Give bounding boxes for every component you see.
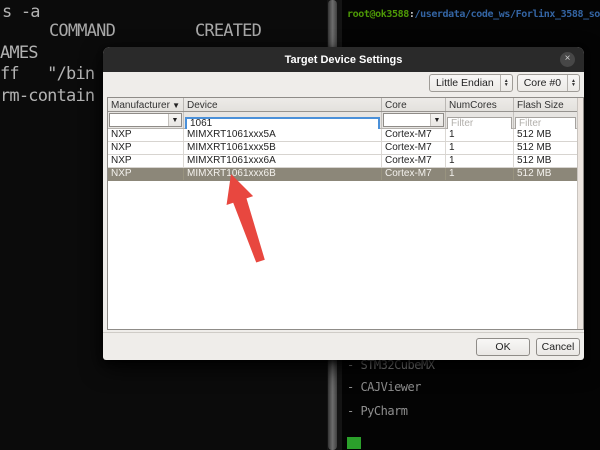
dialog-button-row: OK Cancel [103, 332, 584, 360]
cell-device: MIMXRT1061xxx5B [184, 142, 382, 154]
column-header-core[interactable]: Core [382, 98, 446, 111]
chevron-down-icon[interactable]: ▼ [430, 114, 443, 126]
target-device-settings-dialog: Target Device Settings × Little Endian ▲… [103, 47, 584, 360]
cell-flashsize: 512 MB [514, 168, 577, 180]
manufacturer-filter-combo[interactable]: ▼ [109, 113, 182, 127]
cell-flashsize: 512 MB [514, 142, 577, 154]
device-filter-cell [184, 112, 382, 128]
cell-core: Cortex-M7 [382, 142, 446, 154]
column-header-label: Manufacturer [111, 100, 170, 111]
cell-manufacturer: NXP [108, 168, 184, 180]
terminal-column-header-command: COMMAND [49, 21, 115, 41]
terminal-list-item: - STM32CubeMX [347, 358, 434, 372]
dialog-titlebar[interactable]: Target Device Settings × [103, 47, 584, 72]
endianness-row: Little Endian ▲▼ Core #0 ▲▼ [103, 74, 580, 92]
cell-numcores: 1 [446, 168, 514, 180]
cancel-button[interactable]: Cancel [536, 338, 580, 356]
chevron-down-icon[interactable]: ▼ [172, 101, 180, 110]
terminal-list-item: - CAJViewer [347, 380, 421, 394]
table-row-selected[interactable]: NXP MIMXRT1061xxx6B Cortex-M7 1 512 MB [108, 168, 577, 181]
cell-manufacturer: NXP [108, 155, 184, 167]
endianness-value: Little Endian [430, 75, 500, 91]
column-header-flashsize[interactable]: Flash Size [514, 98, 577, 111]
updown-arrows-icon: ▲▼ [500, 75, 512, 91]
table-vertical-scrollbar[interactable] [577, 98, 583, 329]
numcores-filter-cell [446, 112, 514, 128]
cell-core: Cortex-M7 [382, 129, 446, 141]
cell-numcores: 1 [446, 129, 514, 141]
updown-arrows-icon: ▲▼ [567, 75, 579, 91]
cell-device: MIMXRT1061xxx6B [184, 168, 382, 180]
cell-device: MIMXRT1061xxx6A [184, 155, 382, 167]
terminal-column-header-created: CREATED [195, 21, 261, 41]
cell-numcores: 1 [446, 142, 514, 154]
terminal-line: AMES [0, 43, 38, 63]
screen: s -a COMMAND CREATED AMES ff "/bin rm-co… [0, 0, 600, 450]
column-header-numcores[interactable]: NumCores [446, 98, 514, 111]
chevron-down-icon[interactable]: ▼ [168, 114, 181, 126]
core-value: Core #0 [518, 75, 567, 91]
cell-manufacturer: NXP [108, 142, 184, 154]
cell-flashsize: 512 MB [514, 129, 577, 141]
terminal-line: s -a [2, 2, 40, 22]
ok-button[interactable]: OK [476, 338, 530, 356]
column-header-manufacturer[interactable]: Manufacturer ▼ [108, 98, 184, 111]
prompt-path: /userdata/code_ws/Forlinx_3588_sou [414, 9, 600, 20]
cell-core: Cortex-M7 [382, 155, 446, 167]
core-select[interactable]: Core #0 ▲▼ [517, 74, 580, 92]
cell-device: MIMXRT1061xxx5A [184, 129, 382, 141]
table-row[interactable]: NXP MIMXRT1061xxx5B Cortex-M7 1 512 MB [108, 142, 577, 155]
table-row[interactable]: NXP MIMXRT1061xxx5A Cortex-M7 1 512 MB [108, 129, 577, 142]
device-table: Manufacturer ▼ Device Core NumCores Flas… [107, 97, 584, 330]
cell-manufacturer: NXP [108, 129, 184, 141]
column-header-device[interactable]: Device [184, 98, 382, 111]
table-row[interactable]: NXP MIMXRT1061xxx6A Cortex-M7 1 512 MB [108, 155, 577, 168]
manufacturer-filter-cell: ▼ [108, 112, 184, 128]
shell-prompt: root@ok3588:/userdata/code_ws/Forlinx_35… [347, 9, 600, 20]
flashsize-filter-cell [514, 112, 577, 128]
filter-row: ▼ ▼ [108, 112, 577, 129]
dialog-title: Target Device Settings [285, 54, 403, 66]
cell-flashsize: 512 MB [514, 155, 577, 167]
terminal-list-item: - PyCharm [347, 404, 408, 418]
table-header-row: Manufacturer ▼ Device Core NumCores Flas… [108, 98, 577, 112]
prompt-user: root@ok3588 [347, 9, 409, 20]
cell-numcores: 1 [446, 155, 514, 167]
endianness-select[interactable]: Little Endian ▲▼ [429, 74, 513, 92]
terminal-line: ff "/bin [0, 64, 94, 84]
table-empty-area [108, 181, 577, 329]
terminal-cursor-block [347, 437, 361, 449]
terminal-line: rm-contain [0, 86, 94, 106]
close-icon[interactable]: × [560, 52, 575, 67]
core-filter-combo[interactable]: ▼ [383, 113, 444, 127]
cell-core: Cortex-M7 [382, 168, 446, 180]
core-filter-cell: ▼ [382, 112, 446, 128]
